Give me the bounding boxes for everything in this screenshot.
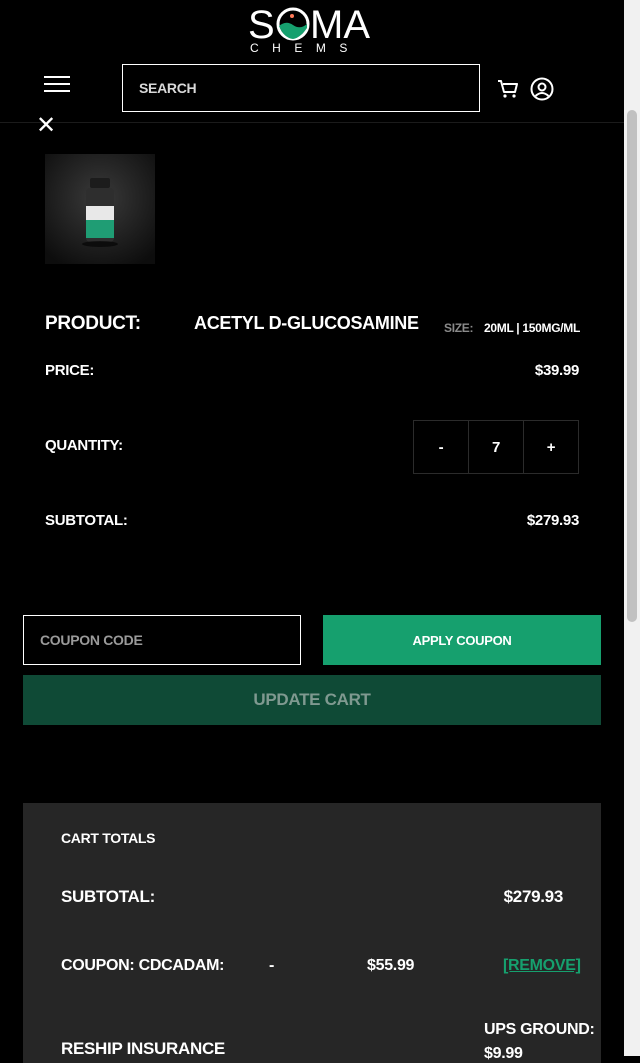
- subtotal-value: $279.93: [526, 512, 579, 529]
- cart-totals-panel: CART TOTALS SUBTOTAL: $279.93 COUPON: CD…: [23, 803, 601, 1063]
- price-label: PRICE:: [45, 362, 95, 379]
- quantity-label: QUANTITY:: [45, 437, 123, 454]
- coupon-applied-label: COUPON: CDCADAM:: [61, 957, 225, 974]
- qty-minus-button[interactable]: -: [414, 421, 469, 473]
- coupon-discount-value: $55.99: [367, 957, 415, 974]
- svg-text:CHEMS: CHEMS: [250, 41, 361, 54]
- coupon-dash: -: [269, 957, 275, 974]
- coupon-code-input[interactable]: [23, 615, 301, 665]
- ups-ground-value: $9.99: [484, 1045, 523, 1062]
- apply-coupon-button[interactable]: APPLY COUPON: [323, 615, 601, 665]
- product-name[interactable]: ACETYL D-GLUCOSAMINE: [194, 313, 419, 334]
- reship-insurance-label: RESHIP INSURANCE: [61, 1039, 225, 1058]
- close-icon[interactable]: ✕: [36, 114, 56, 138]
- update-cart-button[interactable]: UPDATE CART: [23, 675, 601, 725]
- scrollbar-thumb[interactable]: [627, 110, 637, 622]
- subtotal-label: SUBTOTAL:: [45, 512, 128, 529]
- price-value: $39.99: [534, 362, 579, 379]
- product-label: PRODUCT:: [45, 313, 141, 334]
- ups-ground-label: UPS GROUND:: [484, 1021, 595, 1038]
- cart-icon[interactable]: [497, 78, 519, 100]
- hamburger-icon[interactable]: [44, 76, 70, 96]
- size-value: 20ML | 150MG/ML: [484, 321, 580, 335]
- site-header: S MA CHEMS: [0, 0, 624, 123]
- qty-value[interactable]: 7: [469, 421, 524, 473]
- user-circle-icon[interactable]: [530, 77, 554, 101]
- cart-totals-title: CART TOTALS: [61, 830, 156, 846]
- qty-plus-button[interactable]: +: [524, 421, 578, 473]
- quantity-stepper[interactable]: - 7 +: [413, 420, 579, 474]
- logo-graphic: S MA CHEMS: [248, 3, 370, 55]
- totals-subtotal-value: $279.93: [503, 887, 564, 906]
- product-image[interactable]: [45, 154, 155, 264]
- soma-chems-logo[interactable]: S MA CHEMS: [248, 2, 378, 55]
- search-input[interactable]: [122, 64, 480, 112]
- size-label: SIZE:: [444, 321, 474, 335]
- remove-coupon-link[interactable]: [REMOVE]: [503, 957, 581, 975]
- totals-subtotal-label: SUBTOTAL:: [61, 887, 155, 906]
